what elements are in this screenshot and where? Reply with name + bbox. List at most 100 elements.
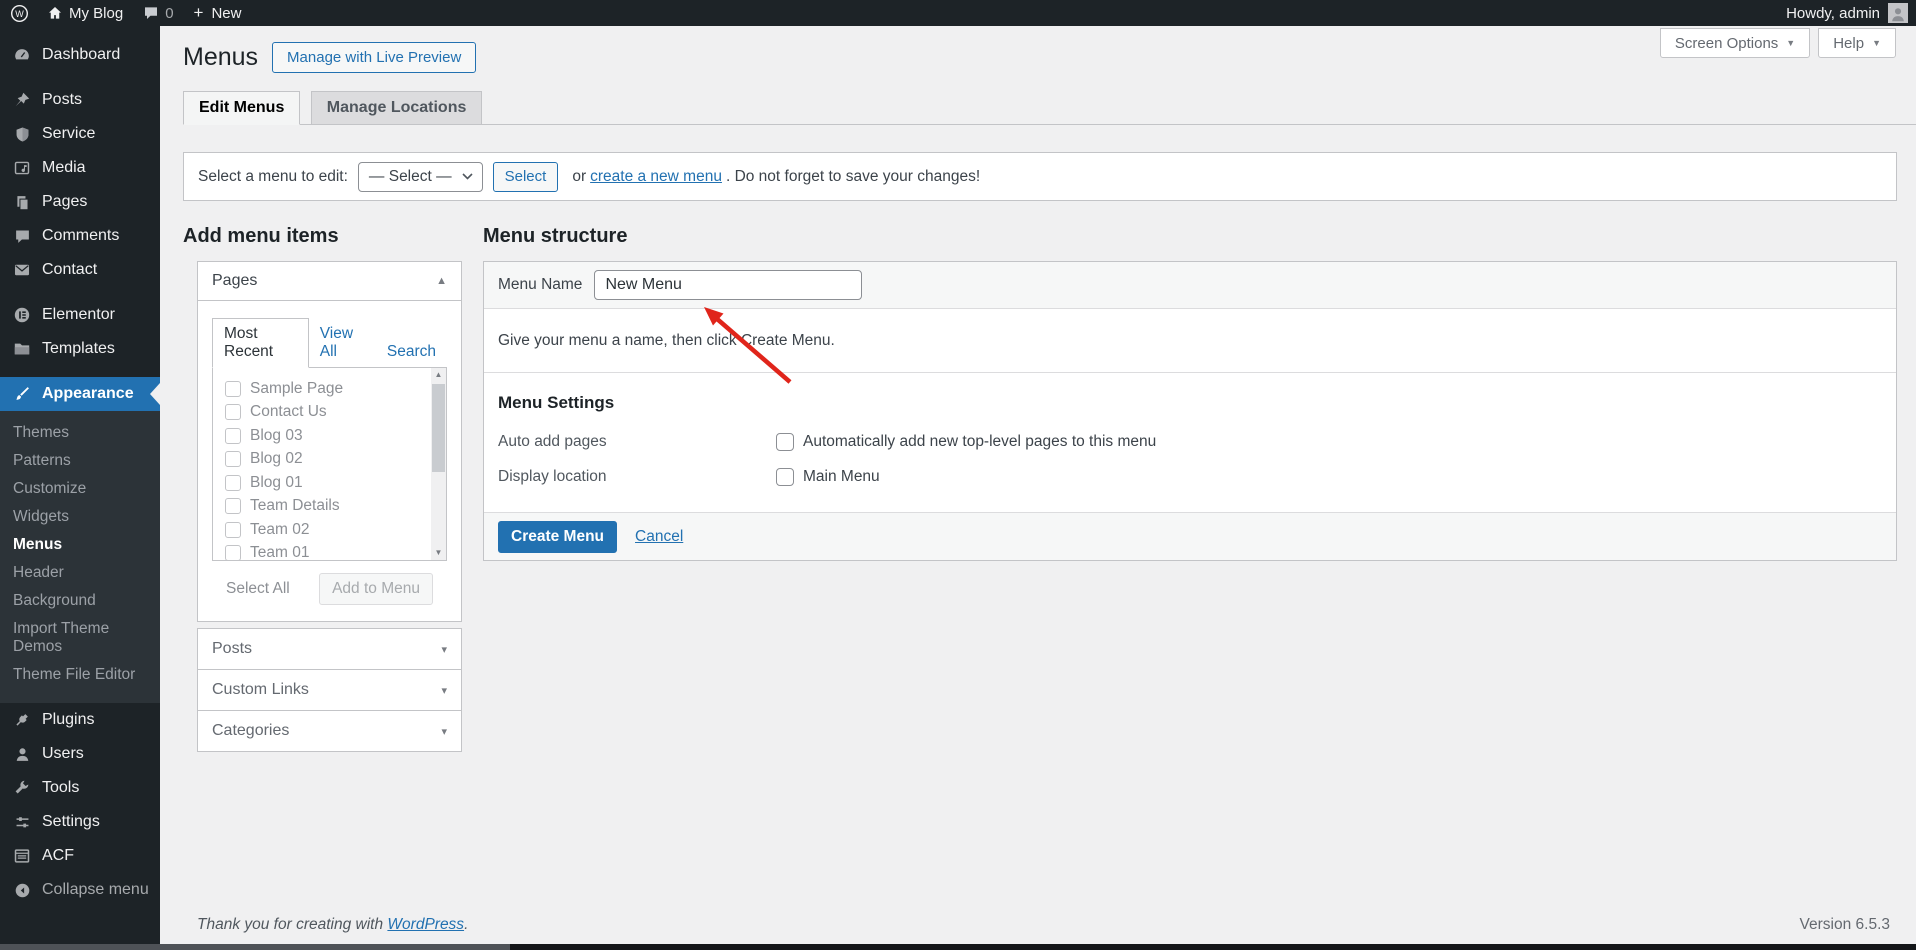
select-all-link[interactable]: Select All (226, 580, 290, 598)
submenu-item-import-theme-demos[interactable]: Import Theme Demos (0, 615, 160, 661)
list-item: Contact Us (213, 401, 446, 425)
submenu-item-customize[interactable]: Customize (0, 475, 160, 503)
tab-search[interactable]: Search (376, 337, 447, 367)
pages-panel-header[interactable]: Pages ▲ (198, 262, 461, 301)
save-reminder-text: . Do not forget to save your changes! (725, 167, 981, 185)
checkbox[interactable] (225, 521, 241, 538)
pushpin-icon (12, 90, 32, 110)
submenu-item-widgets[interactable]: Widgets (0, 503, 160, 531)
admin-bar-site-name[interactable]: My Blog (37, 0, 133, 26)
help-button[interactable]: Help ▼ (1818, 28, 1896, 58)
select-menu-button[interactable]: Select (492, 161, 559, 192)
submenu-item-background[interactable]: Background (0, 587, 160, 615)
sidebar-item-appearance[interactable]: Appearance (0, 377, 160, 411)
chevron-down-icon: ▾ (441, 643, 447, 656)
tab-view-all[interactable]: View All (309, 319, 376, 367)
auto-add-pages-checkbox-label: Automatically add new top-level pages to… (803, 433, 1157, 450)
submenu-item-theme-file-editor[interactable]: Theme File Editor (0, 661, 160, 689)
submenu-item-patterns[interactable]: Patterns (0, 447, 160, 475)
wordpress-link[interactable]: WordPress (387, 916, 464, 933)
manage-live-preview-button[interactable]: Manage with Live Preview (272, 42, 477, 73)
scroll-up-icon[interactable]: ▲ (431, 368, 446, 382)
sidebar-item-acf[interactable]: ACF (0, 839, 160, 873)
wrench-icon (12, 778, 32, 798)
sidebar-item-comments[interactable]: Comments (0, 219, 160, 253)
collapse-menu-button[interactable]: Collapse menu (0, 873, 160, 907)
wordpress-logo-icon[interactable]: W (0, 0, 37, 26)
dashboard-icon (12, 45, 32, 65)
comment-bubble-icon (143, 5, 159, 21)
tab-most-recent[interactable]: Most Recent (212, 318, 309, 368)
auto-add-pages-label: Auto add pages (498, 433, 607, 450)
sidebar: Dashboard Posts Service Media Pages Comm… (0, 26, 160, 944)
shield-icon (12, 124, 32, 144)
checkbox[interactable] (225, 404, 241, 421)
menu-settings-heading: Menu Settings (498, 393, 615, 412)
menu-structure-heading: Menu structure (483, 225, 628, 247)
checkbox[interactable] (225, 451, 241, 468)
checkbox[interactable] (225, 427, 241, 444)
auto-add-pages-checkbox[interactable] (776, 433, 794, 451)
howdy-text[interactable]: Howdy, admin (1786, 5, 1880, 22)
active-menu-arrow (150, 383, 160, 405)
sidebar-item-dashboard[interactable]: Dashboard (0, 38, 160, 72)
checkbox[interactable] (225, 545, 241, 560)
checkbox[interactable] (225, 474, 241, 491)
scrollbar-thumb[interactable] (432, 384, 445, 472)
select-menu-label: Select a menu to edit: (198, 167, 348, 185)
sidebar-item-settings[interactable]: Settings (0, 805, 160, 839)
sidebar-item-tools[interactable]: Tools (0, 771, 160, 805)
admin-bar-comments[interactable]: 0 (133, 0, 183, 26)
chevron-up-icon: ▲ (436, 275, 447, 287)
submenu-item-themes[interactable]: Themes (0, 419, 160, 447)
admin-bar: W My Blog 0 + New Howdy, admin (0, 0, 1916, 26)
create-new-menu-link[interactable]: create a new menu (590, 168, 722, 186)
custom-links-panel-header[interactable]: Custom Links ▾ (197, 669, 462, 711)
sidebar-item-contact[interactable]: Contact (0, 253, 160, 287)
comments-icon (12, 226, 32, 246)
create-menu-button[interactable]: Create Menu (498, 520, 618, 553)
scroll-down-icon[interactable]: ▼ (431, 546, 446, 560)
menu-select-bar: Select a menu to edit: — Select — Select… (183, 152, 1897, 201)
tab-edit-menus[interactable]: Edit Menus (183, 91, 301, 125)
categories-panel-header[interactable]: Categories ▾ (197, 710, 462, 752)
scrollbar[interactable]: ▲ ▼ (431, 368, 446, 560)
plug-icon (12, 710, 32, 730)
sidebar-item-templates[interactable]: Templates (0, 332, 160, 366)
chevron-down-icon: ▾ (441, 684, 447, 697)
list-item: Blog 02 (213, 448, 446, 472)
menu-name-input[interactable] (594, 270, 863, 300)
sliders-icon (12, 812, 32, 832)
submenu-item-menus[interactable]: Menus (0, 531, 160, 559)
avatar[interactable] (1888, 3, 1908, 23)
list-item: Team 02 (213, 518, 446, 542)
screen-options-button[interactable]: Screen Options ▼ (1659, 28, 1811, 58)
checkbox[interactable] (225, 380, 241, 397)
add-menu-items-heading: Add menu items (183, 225, 339, 247)
posts-panel-header[interactable]: Posts ▾ (197, 628, 462, 670)
menu-select-dropdown[interactable]: — Select — (357, 161, 483, 192)
sidebar-item-users[interactable]: Users (0, 737, 160, 771)
pages-panel: Pages ▲ Most Recent View All Search Samp… (197, 261, 462, 622)
sidebar-item-plugins[interactable]: Plugins (0, 703, 160, 737)
bottom-window-edge (0, 944, 1916, 950)
admin-bar-new-button[interactable]: + New (184, 0, 252, 26)
sidebar-item-service[interactable]: Service (0, 117, 160, 151)
sidebar-item-elementor[interactable]: Elementor (0, 298, 160, 332)
submenu-item-header[interactable]: Header (0, 559, 160, 587)
sidebar-item-posts[interactable]: Posts (0, 83, 160, 117)
main-content: Screen Options ▼ Help ▼ Menus Manage wit… (160, 26, 1916, 944)
chevron-down-icon: ▾ (441, 725, 447, 738)
add-to-menu-button[interactable]: Add to Menu (319, 573, 433, 605)
chevron-down-icon: ▼ (1872, 38, 1881, 48)
cancel-link[interactable]: Cancel (635, 528, 683, 546)
page-title: Menus (183, 43, 259, 71)
collapse-arrow-icon (12, 880, 32, 900)
or-text: or (572, 167, 587, 185)
menu-helper-text: Give your menu a name, then click Create… (498, 332, 835, 349)
checkbox[interactable] (225, 498, 241, 515)
sidebar-item-pages[interactable]: Pages (0, 185, 160, 219)
tab-manage-locations[interactable]: Manage Locations (310, 91, 483, 125)
sidebar-item-media[interactable]: Media (0, 151, 160, 185)
main-menu-checkbox[interactable] (776, 468, 794, 486)
